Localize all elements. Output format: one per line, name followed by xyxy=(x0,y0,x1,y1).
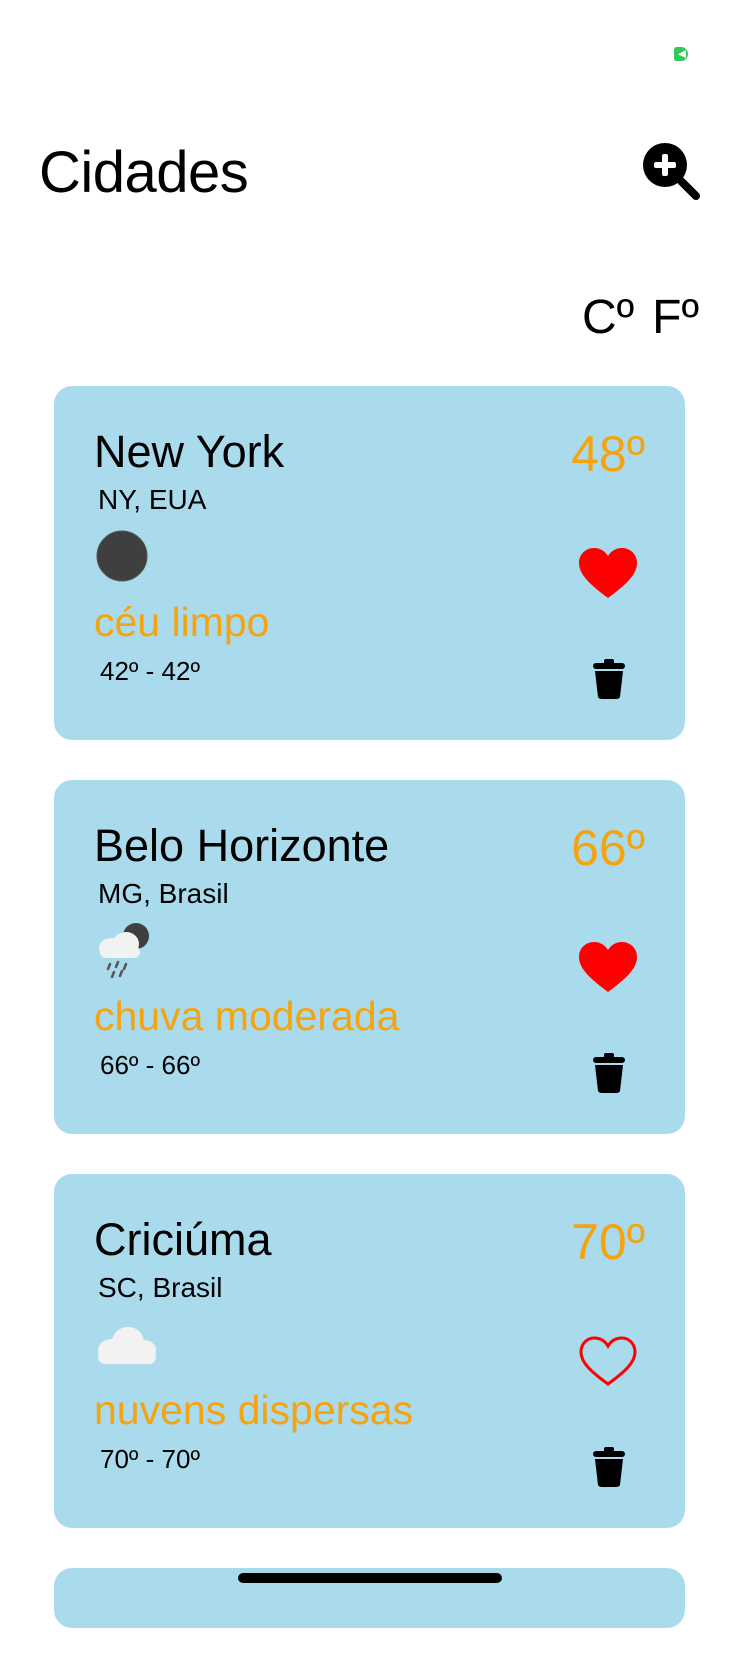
trash-icon[interactable] xyxy=(591,1446,627,1488)
city-name: Belo Horizonte xyxy=(94,820,390,871)
city-name: Criciúma xyxy=(94,1214,272,1265)
city-temperature: 70º xyxy=(571,1214,645,1270)
city-temperature: 48º xyxy=(571,426,645,482)
city-region: SC, Brasil xyxy=(98,1272,223,1303)
city-card[interactable]: Belo Horizonte MG, Brasil 66º chuva mode… xyxy=(54,780,685,1134)
heart-outline-icon[interactable] xyxy=(577,1334,639,1390)
page-title: Cidades xyxy=(39,140,249,205)
trash-icon[interactable] xyxy=(591,1052,627,1094)
city-card[interactable]: Criciúma SC, Brasil 70º nuvens dispersas… xyxy=(54,1174,685,1528)
temperature-range: 66º - 66º xyxy=(100,1050,200,1080)
fahrenheit-toggle[interactable]: Fº xyxy=(652,290,699,346)
celsius-toggle[interactable]: Cº xyxy=(582,290,634,346)
city-region: NY, EUA xyxy=(98,484,207,515)
home-indicator[interactable] xyxy=(238,1573,502,1583)
moon-icon xyxy=(96,530,148,582)
zoom-in-icon[interactable] xyxy=(640,140,702,202)
city-list: New York NY, EUA 48º céu limpo 42º - 42º… xyxy=(54,386,685,1668)
unit-toggle: Cº Fº xyxy=(582,290,699,346)
weather-description: chuva moderada xyxy=(94,993,400,1039)
heart-filled-icon[interactable] xyxy=(577,940,639,996)
weather-description: nuvens dispersas xyxy=(94,1387,414,1433)
trash-icon[interactable] xyxy=(591,658,627,700)
city-card[interactable]: New York NY, EUA 48º céu limpo 42º - 42º xyxy=(54,386,685,740)
weather-description: céu limpo xyxy=(94,599,270,645)
cloud-icon xyxy=(98,1327,156,1364)
night-rain-icon xyxy=(99,923,149,978)
city-region: MG, Brasil xyxy=(98,878,229,909)
status-indicator xyxy=(674,47,688,61)
city-temperature: 66º xyxy=(571,820,645,876)
city-name: New York xyxy=(94,426,285,477)
temperature-range: 70º - 70º xyxy=(100,1444,200,1474)
heart-filled-icon[interactable] xyxy=(577,546,639,602)
temperature-range: 42º - 42º xyxy=(100,656,200,686)
